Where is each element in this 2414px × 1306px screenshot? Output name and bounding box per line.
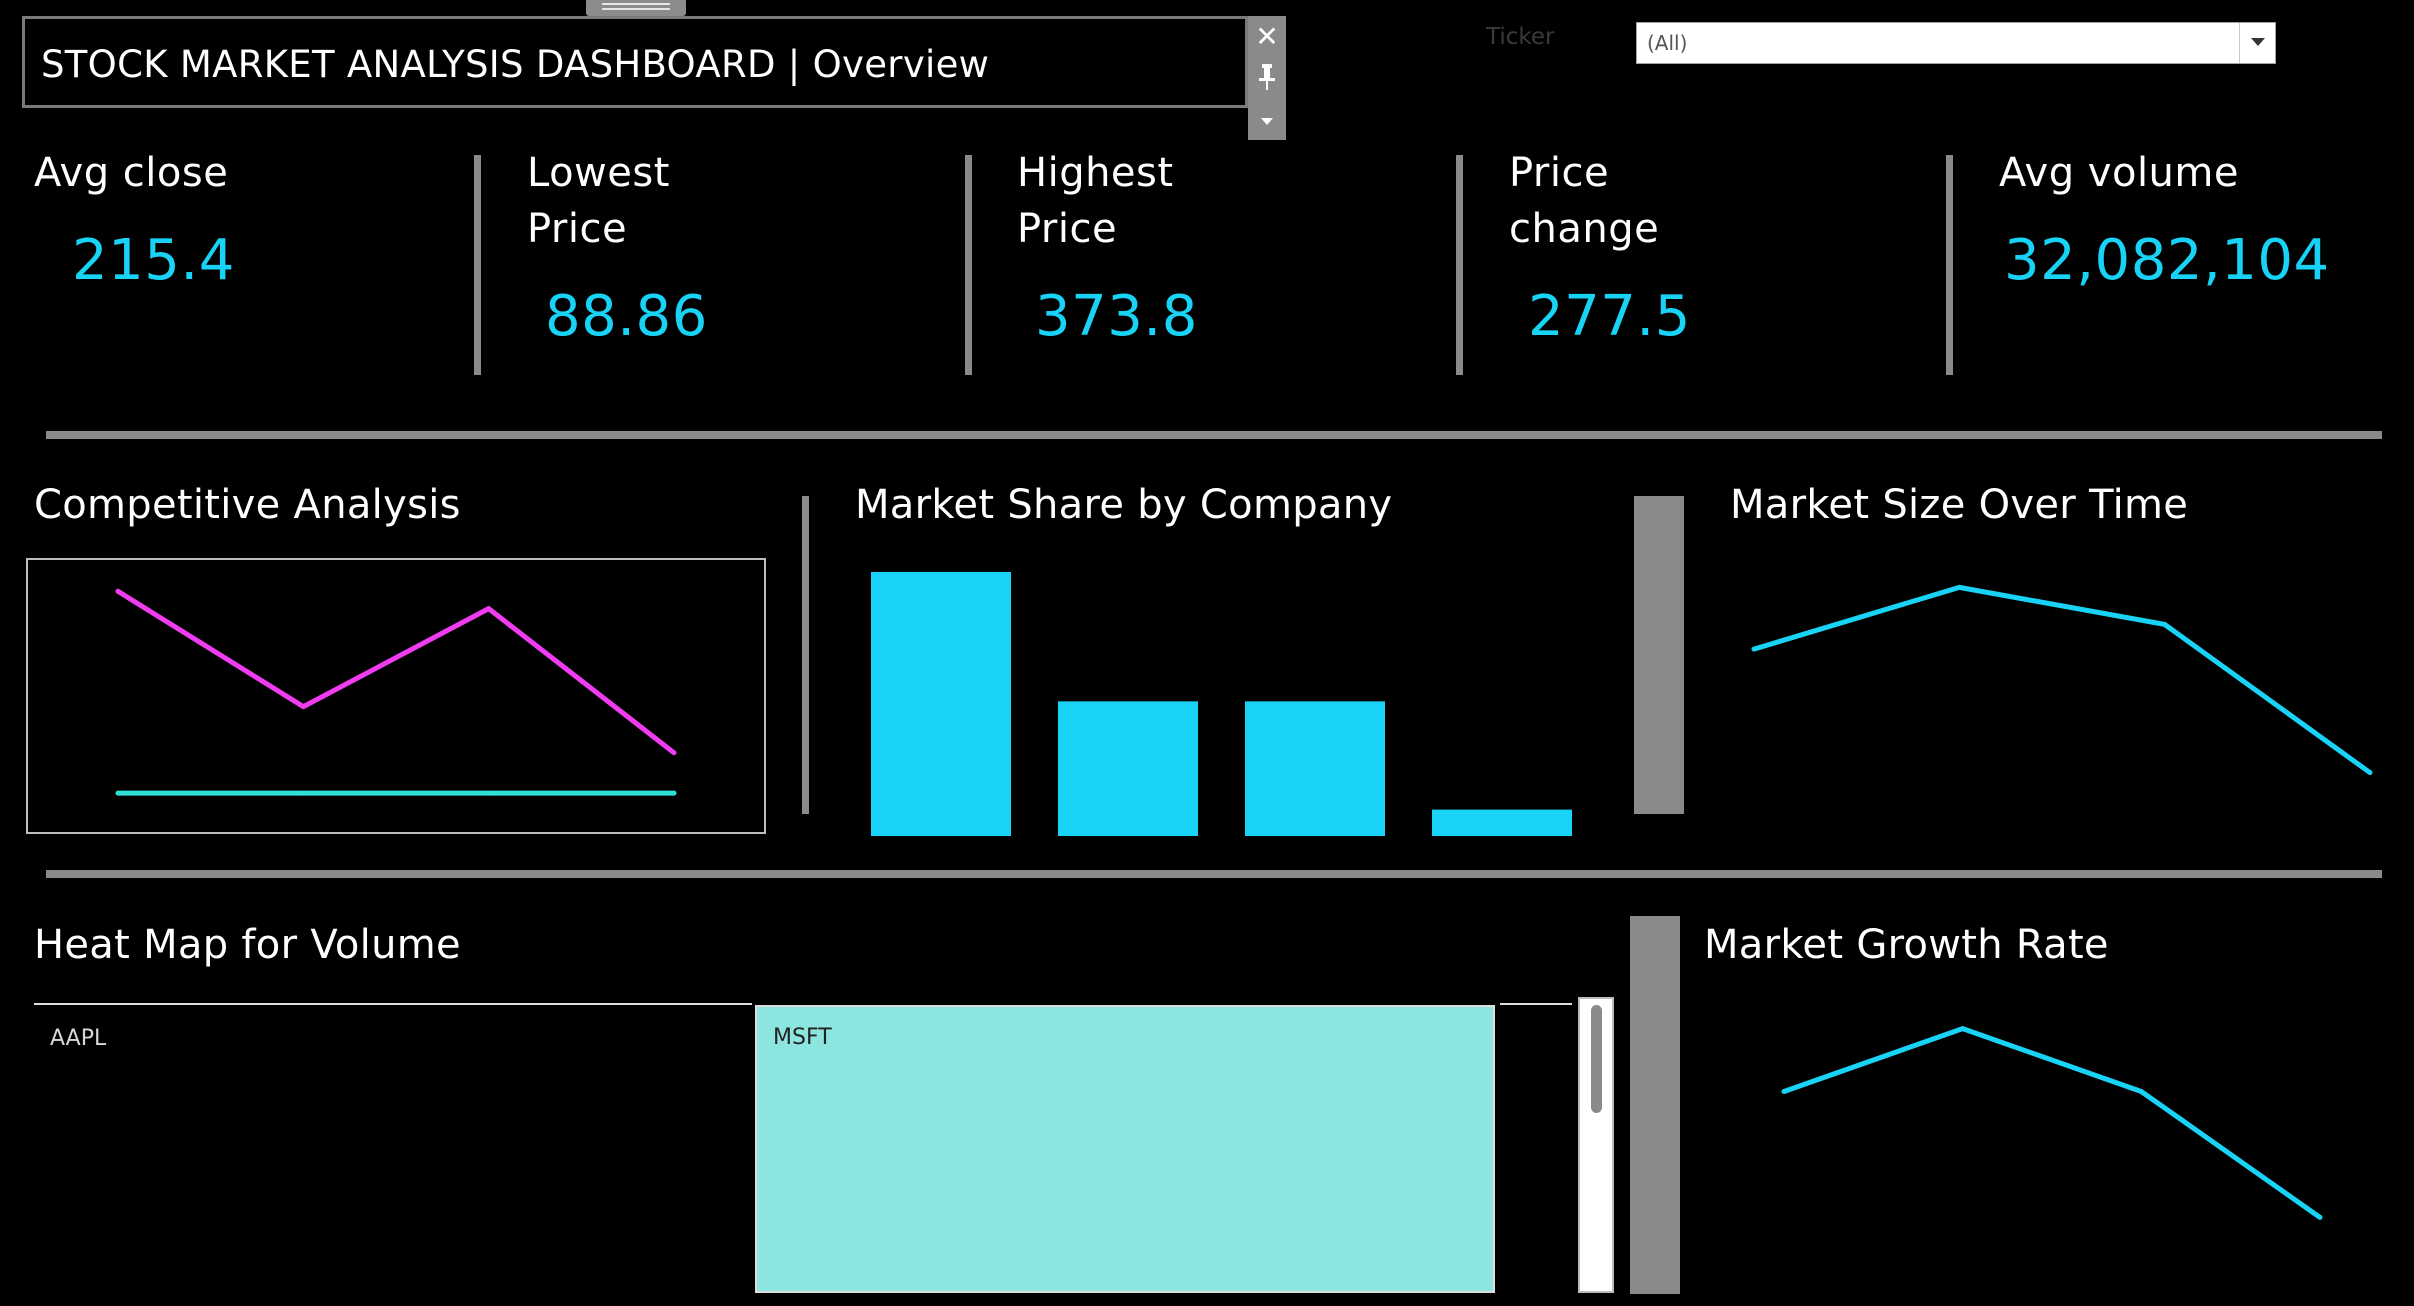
- kpi-label: Price: [527, 206, 628, 252]
- market-growth-series-line-0: [1783, 1026, 2322, 1220]
- market-share-bar: [1432, 809, 1572, 836]
- market-size-title: Market Size Over Time: [1730, 482, 2189, 528]
- kpi-label: Price: [1509, 150, 1610, 196]
- heatmap-cell-label: MSFT: [773, 1025, 832, 1050]
- competitive-analysis-chart: [26, 558, 766, 834]
- competitive-data-point: [115, 790, 121, 796]
- kpi-label: Price: [1017, 206, 1118, 252]
- more-options-icon[interactable]: [1248, 106, 1286, 136]
- competitive-data-point: [486, 606, 492, 612]
- ticker-selected-value: (All): [1647, 31, 1688, 55]
- market-size-data-point: [2367, 770, 2373, 776]
- ticker-filter-label: Ticker: [1486, 24, 1555, 50]
- market-share-bar: [1058, 701, 1198, 836]
- dashboard-title-box: STOCK MARKET ANALYSIS DASHBOARD | Overvi…: [22, 16, 1248, 108]
- kpi-label: Lowest: [527, 150, 670, 196]
- market-growth-data-point: [1781, 1089, 1787, 1095]
- kpi-avg-close: Avg close: [34, 145, 228, 201]
- kpi-divider: [1456, 155, 1463, 375]
- market-growth-data-point: [2317, 1214, 2323, 1220]
- kpi-label: Avg close: [34, 150, 229, 196]
- scrollbar-thumb[interactable]: [1591, 1005, 1602, 1113]
- kpi-value-avg-close: 215.4: [72, 228, 235, 293]
- title-toolbar: ✕: [1248, 16, 1286, 140]
- heatmap-top-border: [34, 1003, 752, 1005]
- competitive-series-line-0: [116, 589, 676, 755]
- market-growth-title: Market Growth Rate: [1704, 922, 2109, 968]
- competitive-data-point: [300, 790, 306, 796]
- kpi-highest-price: Highest Price: [1017, 145, 1174, 257]
- kpi-divider: [1946, 155, 1953, 375]
- market-size-series-line-0: [1753, 584, 2372, 775]
- section-divider-bar: [1630, 916, 1680, 1294]
- market-share-chart: [871, 572, 1572, 836]
- market-growth-data-point: [1960, 1026, 1966, 1032]
- market-size-data-point: [1751, 646, 1757, 652]
- market-share-bar: [1245, 701, 1385, 836]
- competitive-data-point: [300, 704, 306, 710]
- kpi-price-change: Price change: [1509, 145, 1659, 257]
- section-divider: [46, 431, 2382, 439]
- close-icon[interactable]: ✕: [1248, 22, 1286, 52]
- competitive-data-point: [671, 750, 677, 756]
- dropdown-button[interactable]: [2239, 23, 2275, 63]
- market-size-data-point: [2162, 621, 2168, 627]
- kpi-value-lowest-price: 88.86: [545, 284, 708, 349]
- competitive-data-point: [671, 790, 677, 796]
- competitive-data-point: [115, 588, 121, 594]
- kpi-value-price-change: 277.5: [1528, 284, 1691, 349]
- drag-handle[interactable]: [586, 0, 686, 16]
- kpi-label: Highest: [1017, 150, 1174, 196]
- kpi-divider: [965, 155, 972, 375]
- competitive-data-point: [486, 790, 492, 796]
- kpi-divider: [474, 155, 481, 375]
- heatmap-cell-label: AAPL: [50, 1026, 107, 1051]
- kpi-lowest-price: Lowest Price: [527, 145, 670, 257]
- competitive-analysis-title: Competitive Analysis: [34, 482, 461, 528]
- kpi-label: change: [1509, 206, 1660, 252]
- ticker-dropdown[interactable]: (All): [1636, 22, 2276, 64]
- grip-line: [602, 3, 670, 5]
- section-divider-vertical: [802, 496, 809, 814]
- heatmap-cell-msft[interactable]: MSFT: [755, 1005, 1495, 1293]
- market-share-bar: [871, 572, 1011, 836]
- chevron-down-icon: [2251, 38, 2265, 46]
- kpi-label: Avg volume: [1999, 150, 2239, 196]
- heatmap-scrollbar[interactable]: [1578, 997, 1614, 1293]
- market-size-data-point: [1956, 584, 1962, 590]
- kpi-avg-volume: Avg volume: [1999, 145, 2239, 201]
- heatmap-title: Heat Map for Volume: [34, 922, 461, 968]
- market-growth-chart: [1781, 1026, 2323, 1220]
- market-share-title: Market Share by Company: [855, 482, 1393, 528]
- heatmap-top-border: [1500, 1003, 1572, 1005]
- grip-line: [602, 8, 670, 10]
- page-title: STOCK MARKET ANALYSIS DASHBOARD | Overvi…: [41, 43, 990, 86]
- kpi-value-avg-volume: 32,082,104: [2004, 228, 2330, 293]
- market-size-chart: [1751, 584, 2373, 776]
- section-divider: [46, 870, 2382, 878]
- section-divider-bar: [1634, 496, 1684, 814]
- market-growth-data-point: [2138, 1089, 2144, 1095]
- pin-icon[interactable]: [1248, 60, 1286, 98]
- kpi-value-highest-price: 373.8: [1035, 284, 1198, 349]
